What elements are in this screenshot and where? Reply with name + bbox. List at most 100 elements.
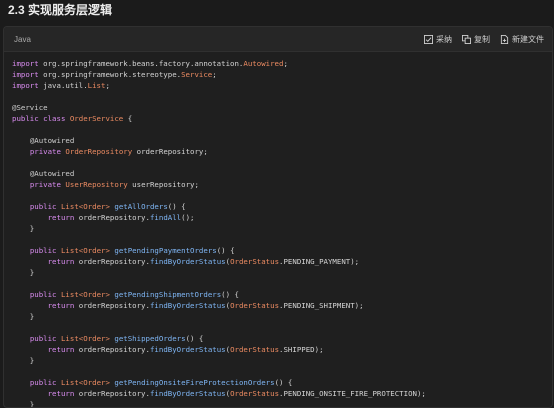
code-token: ; [212,70,217,79]
code-token: private [29,147,61,156]
code-line: return orderRepository.findByOrderStatus… [12,300,552,311]
code-token: Service [181,70,213,79]
code-token: OrderRepository [65,147,133,156]
code-line: private UserRepository userRepository; [12,179,552,190]
new-file-icon [500,34,509,44]
code-token: .SHIPPED); [279,345,324,354]
code-token: orderRepository. [74,257,150,266]
code-line: } [12,267,552,278]
code-token: () { [216,246,235,255]
section-heading: 2.3 实现服务层逻辑 [8,3,113,17]
code-token: List<Order> [60,246,110,255]
code-line: import java.util.List; [12,80,552,91]
code-token: () { [185,334,204,343]
code-line: @Service [12,102,552,113]
code-line: import org.springframework.stereotype.Se… [12,69,552,80]
code-token: return [47,213,75,222]
code-token: orderRepository. [74,213,150,222]
language-label: Java [14,34,31,44]
code-line: return orderRepository.findByOrderStatus… [12,388,552,399]
collect-label: 采纳 [436,34,452,44]
code-token: findByOrderStatus [149,257,226,266]
code-token: @Service [12,103,48,112]
code-token: () { [274,378,293,387]
code-token: return [47,257,75,266]
code-line: private OrderRepository orderRepository; [12,146,552,157]
code-line: public class OrderService { [12,113,552,124]
code-token: .PENDING_ONSITE_FIRE_PROTECTION); [279,389,426,398]
code-token: UserRepository [65,180,128,189]
code-line: } [12,399,552,408]
code-actions: 采纳 复制 新建文件 [424,34,544,45]
code-token: List<Order> [60,290,110,299]
code-token: findByOrderStatus [149,389,226,398]
code-token: org.springframework.beans.factory.annota… [38,59,244,68]
code-token: public [29,246,57,255]
code-token: } [12,312,35,321]
code-token: org.springframework.stereotype. [38,70,182,79]
code-token: orderRepository. [74,345,150,354]
code-line: public List<Order> getPendingPaymentOrde… [12,245,552,256]
code-token: } [12,356,35,365]
code-block: Java 采纳 复制 新建文件 import org.springframewo… [3,26,553,408]
code-line: public List<Order> getAllOrders() { [12,201,552,212]
code-token: import [12,70,39,79]
copy-icon [462,34,471,44]
new-file-button[interactable]: 新建文件 [500,34,544,45]
code-token: @Autowired [29,169,75,178]
code-token: return [47,389,75,398]
code-token: } [12,224,35,233]
code-token: getPendingOnsiteFireProtectionOrders [114,378,275,387]
code-token: orderRepository; [132,147,208,156]
code-token: java.util. [38,81,88,90]
code-token: orderRepository. [74,301,150,310]
code-token: private [29,180,61,189]
code-token: findByOrderStatus [149,301,226,310]
code-token: OrderService [69,114,124,123]
code-token: public [29,202,57,211]
code-token: OrderStatus [230,257,280,266]
copy-button[interactable]: 复制 [462,34,490,45]
collect-button[interactable]: 采纳 [424,34,452,45]
code-line: } [12,223,552,234]
code-token: orderRepository. [74,389,150,398]
code-token: { [123,114,133,123]
code-token: OrderStatus [230,345,280,354]
code-token: public [29,290,57,299]
code-token: () { [221,290,239,299]
code-token: public [29,378,57,387]
code-token: Autowired [243,59,284,68]
code-token: () { [167,202,186,211]
code-content: import org.springframework.beans.factory… [4,52,552,408]
code-token: return [47,345,75,354]
code-token: .PENDING_PAYMENT); [279,257,360,266]
code-token: } [12,268,35,277]
code-token: import [12,59,39,68]
copy-label: 复制 [474,34,490,44]
code-line: return orderRepository.findByOrderStatus… [12,344,552,355]
code-line: } [12,355,552,366]
code-token: } [12,400,35,408]
code-token: ; [283,59,288,68]
code-line: public List<Order> getPendingOnsiteFireP… [12,377,552,388]
code-line: @Autowired [12,168,552,179]
code-token: ; [105,81,110,90]
code-token: OrderStatus [230,301,280,310]
